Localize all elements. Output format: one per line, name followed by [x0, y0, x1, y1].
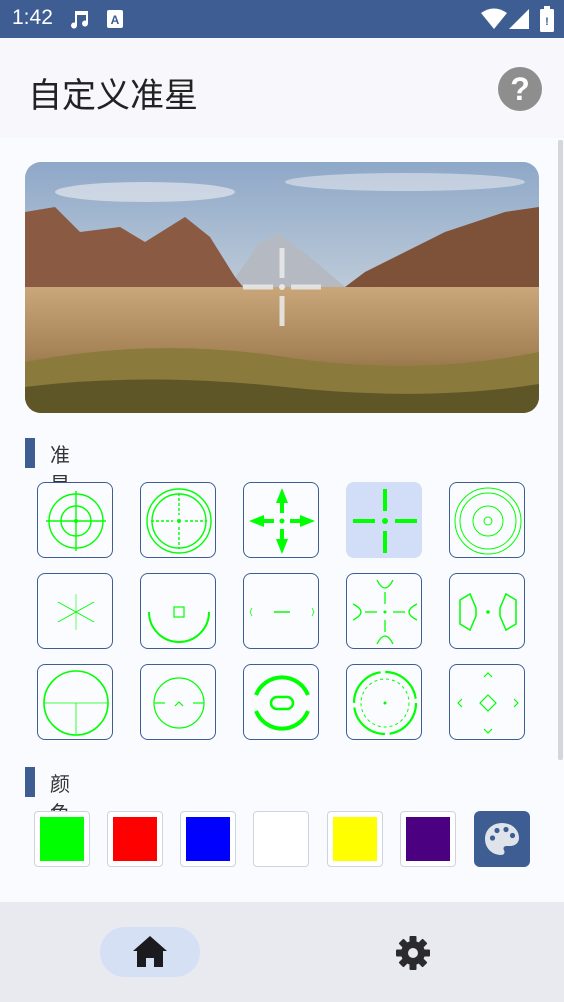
music-note-icon	[71, 11, 89, 29]
crosshair-dash-icon	[249, 607, 315, 617]
crosshair-option-3[interactable]	[243, 482, 319, 558]
gear-icon[interactable]	[393, 933, 433, 973]
swatch-fill	[406, 817, 450, 861]
crosshair-arc-square-icon	[148, 606, 210, 643]
color-swatch-green[interactable]	[34, 811, 90, 867]
crosshair-option-11[interactable]	[37, 664, 113, 740]
crosshair-option-14[interactable]	[346, 664, 422, 740]
crosshair-option-6[interactable]	[37, 573, 113, 649]
color-swatch-blue[interactable]	[180, 811, 236, 867]
color-swatch-yellow[interactable]	[327, 811, 383, 867]
crosshair-chevron-diamond-icon	[457, 672, 519, 734]
crosshair-option-4-selected[interactable]	[346, 482, 422, 558]
color-swatch-white[interactable]	[253, 811, 309, 867]
crosshair-option-8[interactable]	[243, 573, 319, 649]
crosshair-plus-dot-icon	[353, 489, 417, 553]
crosshair-arrows-icon	[249, 488, 315, 554]
crosshair-side-brackets-icon	[459, 592, 517, 632]
section-marker	[25, 767, 35, 797]
crosshair-option-2[interactable]	[140, 482, 216, 558]
custom-color-button[interactable]	[474, 811, 530, 867]
crosshair-option-1[interactable]	[37, 482, 113, 558]
crosshair-option-12[interactable]	[140, 664, 216, 740]
desert-landscape-image	[25, 162, 539, 413]
signal-icon	[509, 9, 529, 29]
page-title: 自定义准星	[28, 76, 198, 116]
status-bar: 1:42 A !	[0, 0, 564, 38]
app-header: 自定义准星 ?	[0, 38, 564, 138]
crosshair-scope-ticks-icon	[146, 488, 212, 554]
wifi-icon	[481, 8, 507, 29]
crosshair-option-13[interactable]	[243, 664, 319, 740]
crosshair-option-5[interactable]	[449, 482, 525, 558]
crosshair-option-10[interactable]	[449, 573, 525, 649]
swatch-fill	[186, 817, 230, 861]
crosshair-thick-arcs-icon	[254, 675, 310, 731]
crosshair-scope-circles-icon	[46, 491, 106, 551]
crosshair-circle-chevron-icon	[153, 677, 205, 729]
color-swatch-purple[interactable]	[400, 811, 456, 867]
swatch-fill	[40, 817, 84, 861]
palette-icon	[485, 823, 519, 855]
swatch-fill	[259, 817, 303, 861]
status-time: 1:42	[12, 6, 53, 29]
swatch-fill	[113, 817, 157, 861]
home-icon	[133, 936, 167, 967]
a-notification-icon: A	[107, 10, 123, 28]
crosshair-option-15[interactable]	[449, 664, 525, 740]
nav-home[interactable]	[100, 927, 200, 977]
bottom-navigation	[0, 902, 564, 1002]
svg-text:A: A	[111, 13, 120, 27]
crosshair-x-lines-icon	[57, 594, 95, 630]
crosshair-preview-image	[25, 162, 539, 413]
color-swatch-red[interactable]	[107, 811, 163, 867]
crosshair-curved-arrows-icon	[352, 579, 418, 645]
crosshair-broken-circle-icon	[352, 670, 418, 736]
crosshair-option-9[interactable]	[346, 573, 422, 649]
scrollbar[interactable]	[558, 140, 563, 760]
crosshair-concentric-circles-icon	[454, 487, 522, 555]
crosshair-circle-tee-icon	[43, 670, 109, 736]
section-marker	[25, 438, 35, 468]
svg-text:!: !	[545, 16, 549, 28]
help-button[interactable]: ?	[498, 67, 542, 111]
crosshair-option-7[interactable]	[140, 573, 216, 649]
battery-icon: !	[540, 6, 554, 32]
swatch-fill	[333, 817, 377, 861]
